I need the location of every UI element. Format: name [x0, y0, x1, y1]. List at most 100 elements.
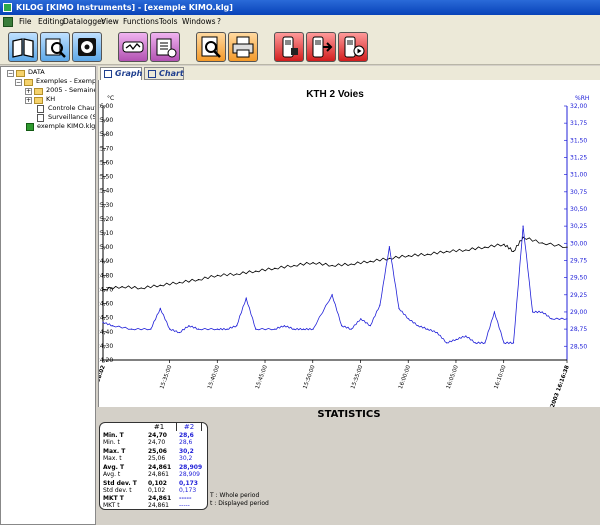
series-2-point [283, 325, 285, 327]
series-1-point [197, 278, 200, 281]
tree-item-data[interactable]: DATA [28, 68, 45, 77]
series-2-point [493, 311, 496, 313]
series-2-point [446, 342, 448, 344]
stat-label: Std dev. T [103, 480, 137, 487]
device-play-icon [344, 36, 365, 58]
tree-expander[interactable]: − [7, 70, 14, 77]
menu-windows[interactable]: Windows [182, 15, 215, 29]
series-1-point [503, 243, 505, 245]
stat-label: Min. t [103, 439, 120, 446]
stat-value-1: 0,102 [148, 480, 167, 487]
klg-file-icon [26, 123, 34, 131]
tree-item-surveillance[interactable]: Surveillance (Surv [48, 113, 95, 122]
series-2-point [188, 325, 190, 327]
preview-icon [201, 36, 221, 58]
series-2-point [566, 318, 568, 320]
folder-icon [24, 79, 33, 86]
series-2-point [216, 328, 219, 330]
left-tick-label: 24,50 [99, 315, 113, 322]
device-play-button[interactable] [338, 32, 368, 62]
stat-value-1: 24,70 [148, 439, 166, 446]
left-tick-label: 25,80 [99, 131, 113, 138]
menu-tools[interactable]: Tools [159, 15, 177, 29]
x-tick-label: 15:40:00 [207, 364, 221, 390]
line-chart[interactable]: KTH 2 Voies °C %RH 26,00 25,90 25,80 25,70 25,6… [79, 80, 600, 427]
series-1-point [388, 257, 391, 259]
window-title: KILOG [KIMO Instruments] - [exemple KIMO… [16, 3, 233, 12]
disk-button[interactable] [72, 32, 102, 62]
menu-editing[interactable]: Editing [38, 15, 64, 29]
tab-chart[interactable]: Chart [144, 67, 184, 80]
stat-value-2: ----- [179, 495, 192, 502]
tab-graph[interactable]: Graph [100, 67, 142, 80]
left-tick-label: 25,10 [99, 230, 113, 237]
left-tick-label: 25,90 [99, 117, 113, 124]
right-tick-label: 30,50 [570, 206, 587, 213]
tree-item-kh[interactable]: KH [46, 95, 55, 104]
right-tick-label: 30,00 [570, 240, 587, 247]
stat-value-1: 24,861 [148, 502, 169, 509]
series-2-point [407, 318, 410, 320]
series-2-point [551, 318, 553, 320]
menu-functions[interactable]: Functions [123, 15, 159, 29]
toolbar [0, 29, 600, 65]
folder-icon [34, 88, 43, 95]
tree-expander[interactable]: + [25, 88, 32, 95]
stat-value-2: 28,909 [179, 471, 200, 478]
series-2-point [331, 294, 333, 296]
stat-value-2: 30,2 [179, 448, 194, 455]
left-tick-label: 25,60 [99, 159, 113, 166]
data-tree[interactable]: − DATA − Exemples - Exemples + 2005 - Se… [0, 66, 96, 525]
export-button[interactable] [150, 32, 180, 62]
left-tick-label: 26,00 [99, 103, 113, 110]
left-tick-label: 24,80 [99, 272, 113, 279]
stat-value-1: 24,861 [148, 471, 169, 478]
document-icon[interactable] [3, 17, 13, 27]
series-2-point [522, 225, 524, 227]
series-2-point [532, 311, 534, 313]
right-tick-label: 31,00 [570, 172, 587, 179]
series-1-point [427, 253, 429, 255]
tree-item-2005[interactable]: 2005 - Semaine 5 [46, 86, 95, 95]
stat-label: Std dev. t [103, 487, 132, 494]
left-tick-label: 25,50 [99, 174, 113, 181]
stat-value-2: ----- [179, 502, 190, 509]
tree-item-exemples[interactable]: Exemples - Exemples [36, 77, 95, 86]
tab-chart-label: Chart [159, 69, 184, 78]
left-tick-label: 24,30 [99, 343, 113, 350]
stat-value-1: 0,102 [148, 487, 166, 494]
device-config-button[interactable] [274, 32, 304, 62]
series-1-point [331, 264, 333, 267]
view-tabs: Graph Chart [98, 66, 600, 80]
x-tick-label: 20/12/2003 16:16:38 [543, 364, 571, 407]
series-2-point [102, 321, 104, 323]
left-tick-label: 25,70 [99, 145, 113, 152]
print-button[interactable] [228, 32, 258, 62]
legend-displayed-period: t : Displayed period [210, 500, 269, 507]
search-map-button[interactable] [40, 32, 70, 62]
preview-button[interactable] [196, 32, 226, 62]
series-1-point [293, 264, 295, 267]
left-tick-label: 24,40 [99, 329, 113, 336]
right-tick-label: 28,50 [570, 343, 587, 350]
app-icon [3, 3, 12, 12]
datalogger-button[interactable] [118, 32, 148, 62]
series-2-point [427, 328, 429, 330]
menu-file[interactable]: File [19, 15, 32, 29]
left-tick-label: 25,20 [99, 216, 113, 223]
open-book-icon [12, 38, 34, 58]
menu-help[interactable]: ? [217, 15, 221, 29]
open-book-button[interactable] [8, 32, 38, 62]
menu-view[interactable]: View [101, 15, 119, 29]
tree-expander[interactable]: + [25, 97, 32, 104]
device-download-button[interactable] [306, 32, 336, 62]
series-2-point [159, 307, 161, 310]
series-2-point [484, 342, 486, 344]
tree-expander[interactable]: − [15, 79, 22, 86]
tree-item-controle[interactable]: Controle Chauffag [48, 104, 95, 113]
menu-datalogger[interactable]: Datalogger [63, 15, 105, 29]
right-tick-label: 29,00 [570, 309, 587, 316]
tree-item-exemple-klg[interactable]: exemple KIMO.klg [37, 122, 95, 131]
series-2-point [169, 328, 171, 330]
series-1-point [159, 284, 161, 286]
